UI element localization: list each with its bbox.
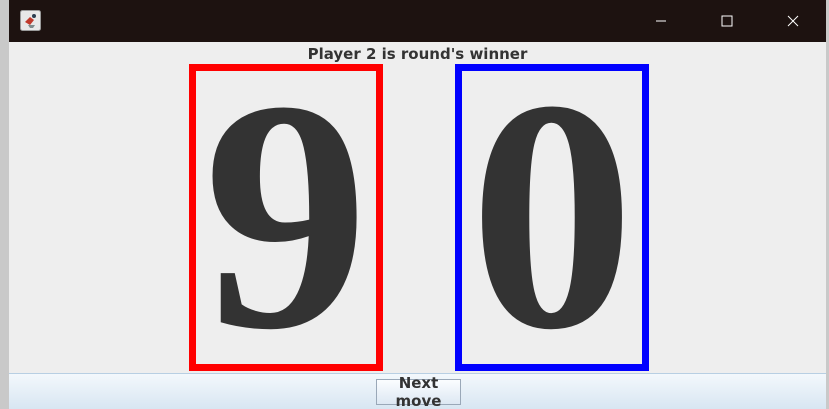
minimize-icon xyxy=(656,20,666,22)
next-move-button[interactable]: Next move xyxy=(376,374,461,409)
player-1-card-digit: 9 xyxy=(203,64,369,371)
maximize-icon xyxy=(721,15,733,27)
maximize-button[interactable] xyxy=(704,0,750,42)
close-button[interactable] xyxy=(770,0,816,42)
java-cup-icon xyxy=(20,10,41,31)
bottom-panel: Next move xyxy=(9,373,826,409)
round-status-label: Player 2 is round's winner xyxy=(307,45,528,63)
minimize-button[interactable] xyxy=(638,0,684,42)
player-2-card: 0 xyxy=(455,64,649,371)
title-bar[interactable] xyxy=(9,0,826,42)
player-1-card: 9 xyxy=(189,64,383,371)
player-2-card-digit: 0 xyxy=(469,64,635,371)
close-icon xyxy=(787,15,799,27)
game-window: Player 2 is round's winner 9 0 Next move xyxy=(0,0,829,409)
game-panel: Player 2 is round's winner 9 0 xyxy=(9,42,826,373)
